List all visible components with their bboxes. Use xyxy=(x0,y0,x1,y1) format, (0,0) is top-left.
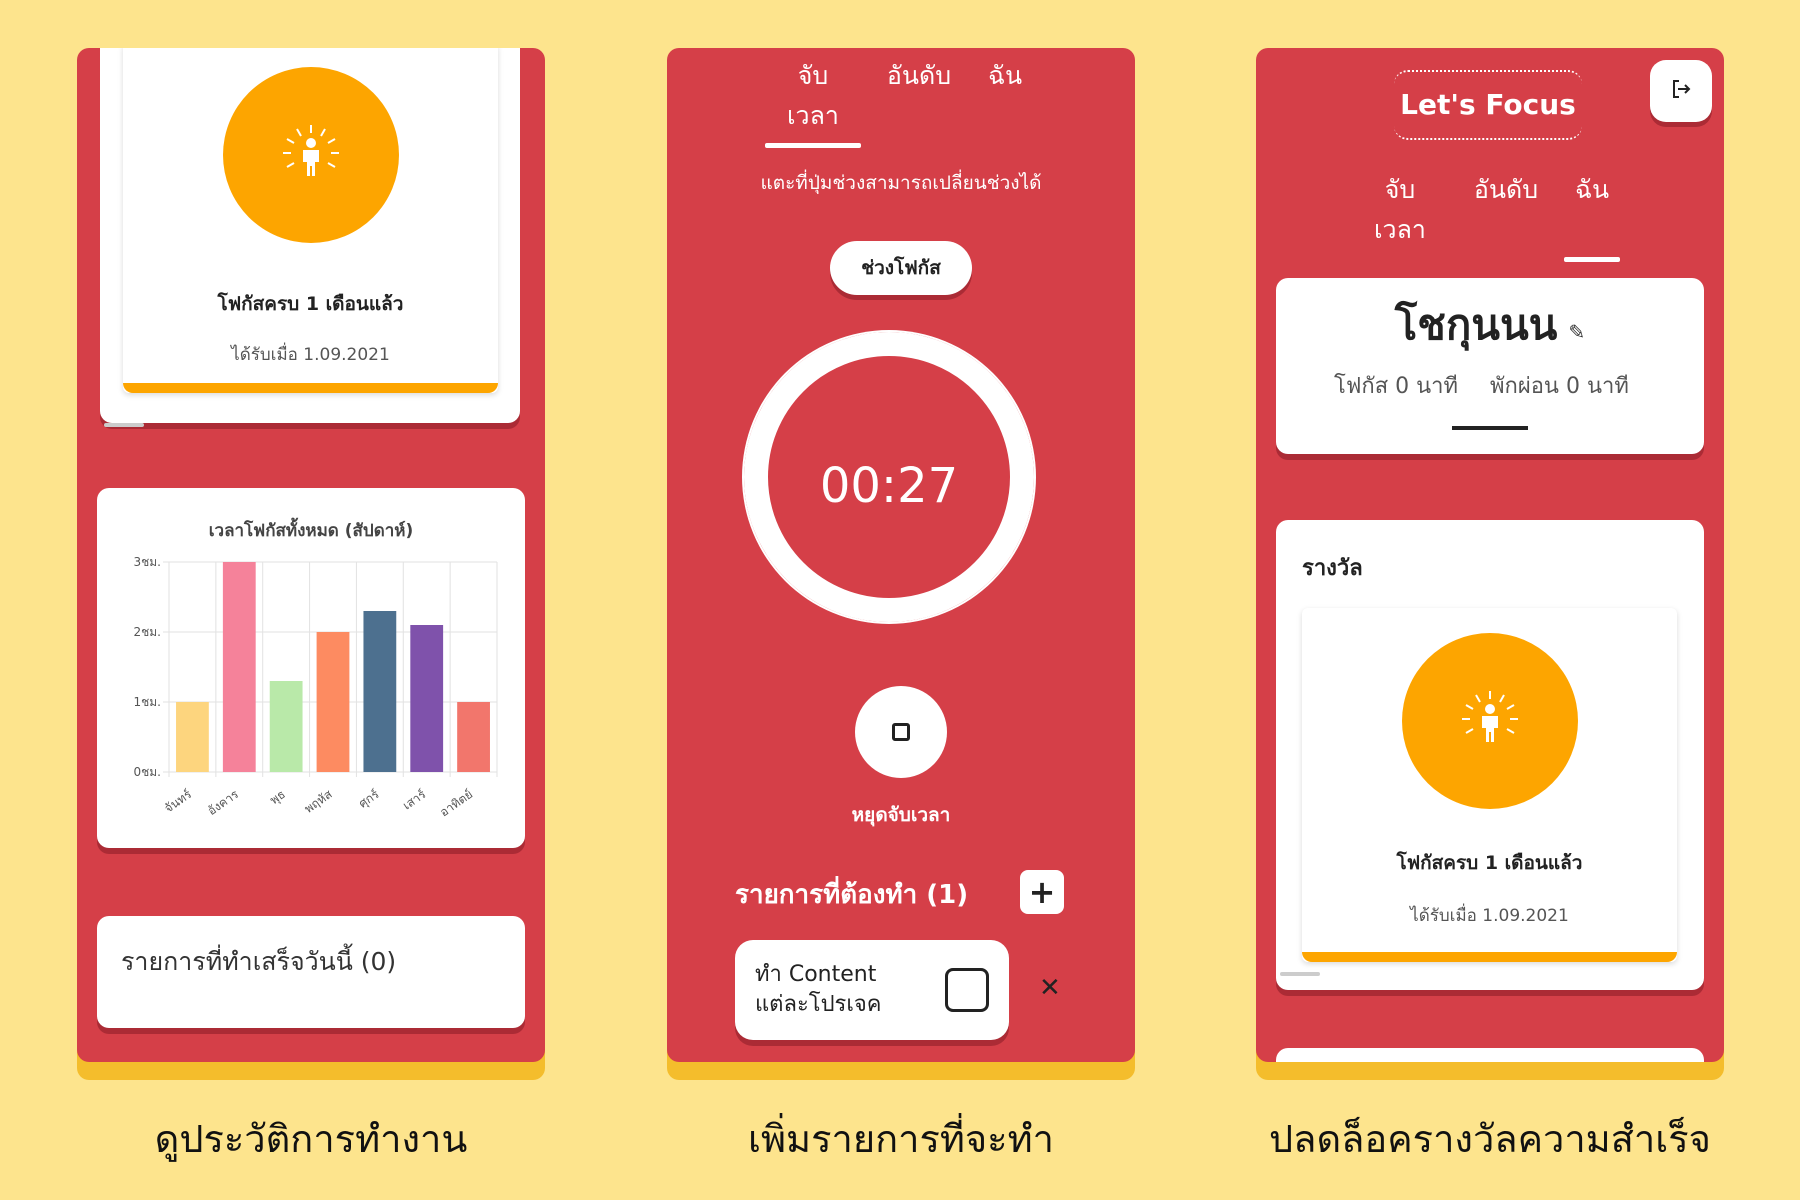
tab-bar: จับเวลา อันดับ ฉัน xyxy=(765,56,1025,148)
caption-history: ดูประวัติการทำงาน xyxy=(154,1117,468,1161)
x-tick-label: อังคาร xyxy=(205,787,242,818)
award-card: โฟกัสครบ 1 เดือนแล้ว ได้รับเมื่อ 1.09.20… xyxy=(100,48,520,427)
logout-icon xyxy=(1670,78,1692,104)
award-title: โฟกัสครบ 1 เดือนแล้ว xyxy=(1396,852,1583,874)
todo-header: รายการที่ต้องทำ (1) xyxy=(735,880,969,910)
bar-2 xyxy=(269,681,303,772)
todo-item: ทำ Content แต่ละโปรเจค xyxy=(735,940,1009,1040)
next-card xyxy=(1276,1048,1704,1062)
tab-ranking[interactable]: อันดับ xyxy=(879,56,959,136)
stop-square-icon xyxy=(892,723,910,741)
bar-4 xyxy=(363,611,397,772)
weekly-focus-chart: เวลาโฟกัสทั้งหมด (สัปดาห์) 0ชม. 1ชม. 2ชม. 3ช… xyxy=(133,517,498,820)
user-name-row: โชกุนนน ✎ xyxy=(1276,292,1704,358)
bar-0 xyxy=(176,702,209,772)
focus-mode-button[interactable]: ช่วงโฟกัส xyxy=(830,241,972,295)
x-tick-label: จันทร์ xyxy=(162,787,195,816)
timer-display: 00:27 xyxy=(819,458,959,514)
app-title: Let's Focus xyxy=(1394,70,1582,140)
tab-ranking[interactable]: อันดับ xyxy=(1466,170,1546,250)
completed-todo-card: รายการที่ทำเสร็จวันนี้ (0) xyxy=(97,916,525,1028)
y-tick-label: 3ชม. xyxy=(133,555,161,569)
rest-stat: พักผ่อน 0 นาที xyxy=(1490,374,1629,399)
tab-bar: จับเวลา อันดับ ฉัน xyxy=(1360,170,1620,262)
award-badge-card[interactable]: โฟกัสครบ 1 เดือนแล้ว ได้รับเมื่อ 1.09.20… xyxy=(123,48,498,393)
todo-checkbox[interactable] xyxy=(945,968,989,1012)
rewards-card: รางวัล โฟกัสครบ 1 เดือนแล้ว ได้รับเมื่อ … xyxy=(1276,520,1704,990)
tab-timer[interactable]: จับเวลา xyxy=(1360,170,1440,250)
y-tick-label: 0ชม. xyxy=(133,765,161,779)
x-tick-label: พุธ xyxy=(267,787,288,808)
bar-3 xyxy=(316,632,350,772)
award-date: ได้รับเมื่อ 1.09.2021 xyxy=(1410,906,1569,926)
award-date: ได้รับเมื่อ 1.09.2021 xyxy=(231,345,390,365)
tab-me[interactable]: ฉัน xyxy=(1564,170,1620,262)
caption-timer: เพิ่มรายการที่จะทำ xyxy=(748,1117,1054,1161)
x-tick-label: อาทิตย์ xyxy=(437,787,475,820)
stop-button[interactable] xyxy=(855,686,947,778)
award-medal xyxy=(1402,633,1578,809)
bar-5 xyxy=(410,625,444,772)
stats-underline xyxy=(1452,426,1528,430)
profile-screen: Let's Focus จับเวลา อันดับ ฉัน โชกุนนน ✎… xyxy=(1256,48,1724,1062)
y-tick-label: 1ชม. xyxy=(133,695,161,709)
person-glow-icon xyxy=(281,123,341,187)
chart-card: เวลาโฟกัสทั้งหมด (สัปดาห์) 0ชม. 1ชม. 2ชม. 3ช… xyxy=(97,488,525,848)
logout-button[interactable] xyxy=(1650,60,1712,122)
focus-stat: โฟกัส 0 นาที xyxy=(1334,374,1459,399)
award-title: โฟกัสครบ 1 เดือนแล้ว xyxy=(217,293,404,315)
todo-item-text: ทำ Content แต่ละโปรเจค xyxy=(755,962,882,1017)
y-tick-label: 2ชม. xyxy=(133,625,161,639)
caption-profile: ปลดล็อครางวัลความสำเร็จ xyxy=(1269,1117,1711,1161)
timer-ring: 00:27 xyxy=(744,332,1034,622)
x-tick-label: ศุกร์ xyxy=(356,787,383,812)
award-medal xyxy=(223,67,399,243)
history-screen: โฟกัสครบ 1 เดือนแล้ว ได้รับเมื่อ 1.09.20… xyxy=(77,48,545,1062)
stop-label: หยุดจับเวลา xyxy=(851,804,951,826)
profile-card: โชกุนนน ✎ โฟกัส 0 นาที พักผ่อน 0 นาที xyxy=(1276,278,1704,454)
completed-todo-label: รายการที่ทำเสร็จวันนี้ (0) xyxy=(121,947,397,976)
tab-me[interactable]: ฉัน xyxy=(985,56,1025,136)
x-tick-label: เสาร์ xyxy=(400,787,429,813)
rewards-title: รางวัล xyxy=(1302,556,1363,581)
add-todo-button[interactable]: + xyxy=(1020,870,1064,914)
timer-screen: จับเวลา อันดับ ฉัน แตะที่ปุ่มช่วงสามารถเ… xyxy=(667,48,1135,1062)
award-progress-bar xyxy=(123,383,498,393)
scroll-indicator xyxy=(104,423,144,427)
bar-6 xyxy=(457,702,490,772)
person-glow-icon xyxy=(1460,689,1520,753)
x-tick-label: พฤหัส xyxy=(302,787,335,816)
tab-timer[interactable]: จับเวลา xyxy=(765,56,861,148)
scroll-indicator xyxy=(1280,972,1320,976)
bar-1 xyxy=(222,562,256,772)
award-badge-card[interactable]: โฟกัสครบ 1 เดือนแล้ว ได้รับเมื่อ 1.09.20… xyxy=(1302,608,1677,962)
plus-icon: + xyxy=(1028,873,1056,911)
user-name: โชกุนนน xyxy=(1394,300,1558,349)
mode-hint: แตะที่ปุ่มช่วงสามารถเปลี่ยนช่วงได้ xyxy=(760,172,1042,194)
pencil-icon[interactable]: ✎ xyxy=(1568,320,1585,344)
award-progress-bar xyxy=(1302,952,1677,962)
chart-title: เวลาโฟกัสทั้งหมด (สัปดาห์) xyxy=(209,517,414,541)
close-icon[interactable]: ✕ xyxy=(1039,973,1061,1003)
